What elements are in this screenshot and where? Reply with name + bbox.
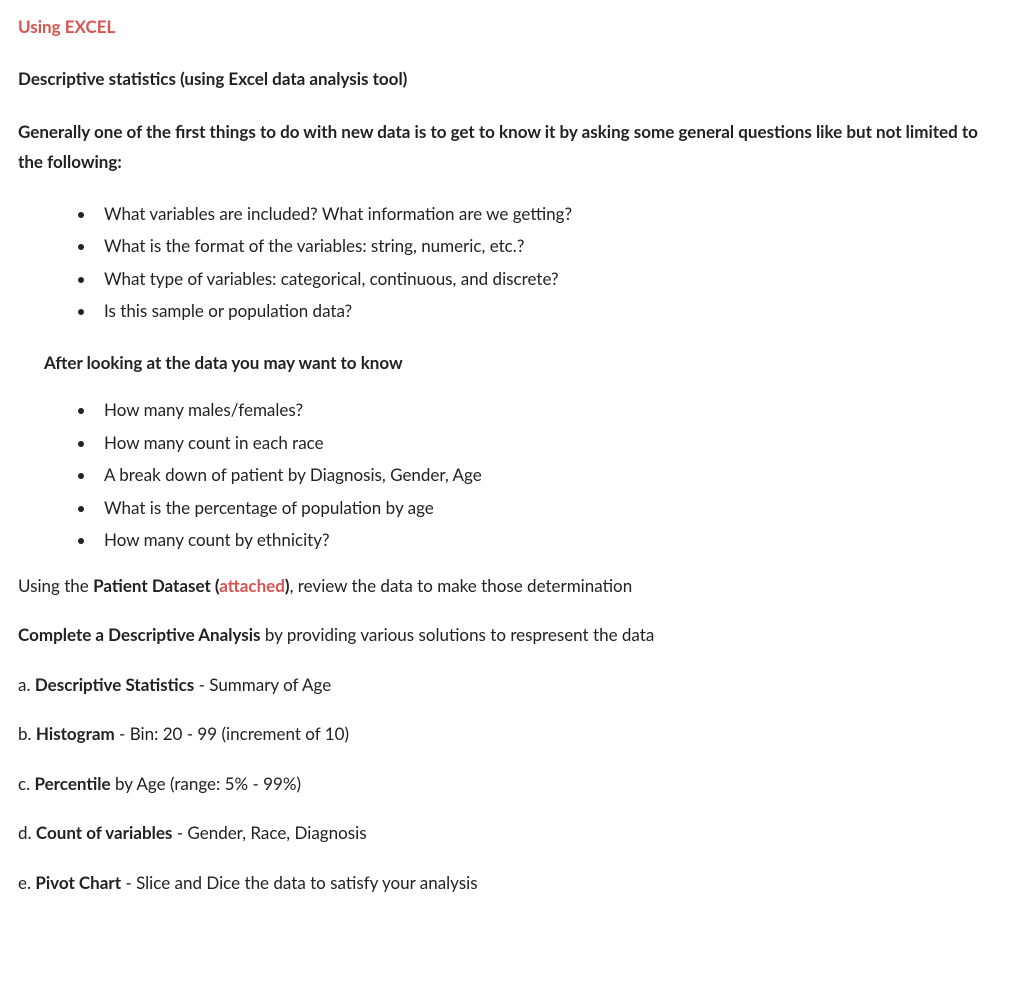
task-e: e. Pivot Chart - Slice and Dice the data… (18, 870, 1006, 896)
complete-descriptive-analysis-line: Complete a Descriptive Analysis by provi… (18, 622, 1006, 648)
list-item: What type of variables: categorical, con… (96, 266, 1006, 292)
task-prefix: a. (18, 674, 35, 695)
list-item: A break down of patient by Diagnosis, Ge… (96, 462, 1006, 488)
list-item: What is the percentage of population by … (96, 495, 1006, 521)
task-rest: - Summary of Age (194, 674, 331, 695)
attached-link-text: attached (219, 575, 285, 596)
task-prefix: e. (18, 872, 35, 893)
task-rest: by Age (range: 5% - 99%) (111, 773, 301, 794)
task-bold: Count of variables (36, 822, 173, 843)
task-a: a. Descriptive Statistics - Summary of A… (18, 672, 1006, 698)
task-bold: Percentile (34, 773, 110, 794)
text-bold-fragment: Patient Dataset ( (93, 575, 219, 596)
text-fragment: by providing various solutions to respre… (261, 624, 655, 645)
task-d: d. Count of variables - Gender, Race, Di… (18, 820, 1006, 846)
task-rest: - Slice and Dice the data to satisfy you… (121, 872, 478, 893)
task-rest: - Gender, Race, Diagnosis (172, 822, 366, 843)
task-prefix: c. (18, 773, 34, 794)
text-fragment: , review the data to make those determin… (290, 575, 633, 596)
text-bold-fragment: Complete a Descriptive Analysis (18, 624, 261, 645)
list-item: How many males/females? (96, 397, 1006, 423)
intro-paragraph: Generally one of the first things to do … (18, 117, 1006, 177)
list-item: What variables are included? What inform… (96, 201, 1006, 227)
analysis-questions-list: How many males/females? How many count i… (96, 397, 1006, 553)
task-c: c. Percentile by Age (range: 5% - 99%) (18, 771, 1006, 797)
task-b: b. Histogram - Bin: 20 - 99 (increment o… (18, 721, 1006, 747)
task-rest: - Bin: 20 - 99 (increment of 10) (115, 723, 349, 744)
subtitle-descriptive-statistics: Descriptive statistics (using Excel data… (18, 64, 1006, 94)
task-prefix: d. (18, 822, 36, 843)
using-patient-dataset-line: Using the Patient Dataset (attached), re… (18, 573, 1006, 599)
task-prefix: b. (18, 723, 36, 744)
heading-using-excel: Using EXCEL (18, 14, 1006, 40)
task-bold: Descriptive Statistics (35, 674, 194, 695)
general-questions-list: What variables are included? What inform… (96, 201, 1006, 324)
text-fragment: Using the (18, 575, 93, 596)
list-item: Is this sample or population data? (96, 298, 1006, 324)
task-bold: Histogram (36, 723, 115, 744)
after-looking-heading: After looking at the data you may want t… (44, 350, 1006, 376)
list-item: How many count in each race (96, 430, 1006, 456)
list-item: How many count by ethnicity? (96, 527, 1006, 553)
list-item: What is the format of the variables: str… (96, 233, 1006, 259)
task-bold: Pivot Chart (35, 872, 121, 893)
